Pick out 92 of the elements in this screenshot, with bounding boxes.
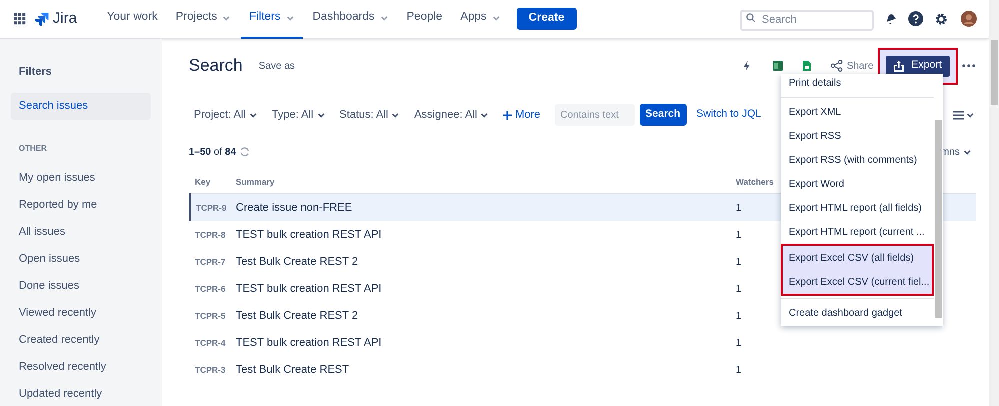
watcher-count: 1 [736, 338, 742, 349]
chevron-down-icon [391, 110, 400, 120]
sidebar-item[interactable]: Resolved recently [11, 354, 151, 380]
scrollbar[interactable] [935, 120, 942, 318]
filter-dropdown[interactable]: Assignee: All [414, 106, 490, 124]
page-title: Search [189, 55, 243, 78]
issue-key[interactable]: TCPR-5 [195, 311, 226, 321]
refresh-icon[interactable] [240, 147, 250, 157]
sidebar-item[interactable]: Reported by me [11, 192, 151, 218]
filter-dropdown[interactable]: Status: All [340, 106, 400, 124]
issue-summary[interactable]: TEST bulk creation REST API [236, 229, 382, 241]
sidebar-item[interactable]: Created recently [11, 326, 151, 354]
sidebar-item[interactable]: Updated recently [11, 380, 151, 406]
search-field[interactable]: Search [740, 10, 874, 30]
nav-tab[interactable]: Projects [168, 0, 240, 38]
menu-item[interactable]: Export Excel CSV (current fiel... [783, 270, 932, 294]
watcher-count: 1 [736, 230, 742, 241]
share-button[interactable]: Share [846, 58, 874, 74]
menu-item[interactable]: Export RSS (with comments) [781, 148, 934, 172]
nav-tab[interactable]: Apps [452, 0, 509, 38]
issue-key[interactable]: TCPR-9 [196, 203, 227, 214]
switch-to-jql-link[interactable]: Switch to JQL [696, 107, 762, 123]
sidebar-item[interactable]: Search issues [11, 92, 151, 120]
issue-summary[interactable]: Test Bulk Create REST 2 [236, 256, 358, 268]
menu-item[interactable]: Export Excel CSV (all fields) [783, 246, 932, 270]
more-filters-button[interactable]: More [503, 106, 541, 124]
nav-tab[interactable]: Your work [99, 0, 166, 38]
sidebar-item[interactable]: My open issues [11, 164, 151, 192]
menu-item[interactable]: Export XML [781, 100, 934, 124]
menu-item[interactable]: Export RSS [781, 124, 934, 148]
plus-icon [503, 110, 512, 120]
bell-icon[interactable] [884, 12, 898, 26]
watcher-count: 1 [736, 203, 742, 214]
issue-summary[interactable]: TEST bulk creation REST API [236, 337, 382, 349]
avatar-icon[interactable] [961, 11, 977, 27]
logo-icon[interactable] [35, 12, 49, 26]
sidebar-item[interactable]: Open issues [11, 246, 151, 272]
watcher-count: 1 [736, 311, 742, 322]
list-view-icon[interactable] [953, 110, 964, 120]
column-header[interactable]: Key [195, 177, 211, 187]
menu-item[interactable]: Export Word [781, 172, 934, 196]
issue-summary[interactable]: Create issue non-FREE [236, 202, 352, 214]
issue-key[interactable]: TCPR-3 [195, 365, 226, 375]
app-grid-icon[interactable] [14, 13, 26, 25]
nav-tab[interactable]: Filters [241, 0, 303, 38]
sidebar-title: Filters [18, 65, 54, 80]
settings-icon[interactable] [934, 12, 949, 26]
sidebar-item[interactable]: Viewed recently [11, 300, 151, 326]
save-as-button[interactable]: Save as [258, 58, 296, 74]
issue-key[interactable]: TCPR-8 [195, 230, 226, 240]
issue-summary[interactable]: Test Bulk Create REST 2 [236, 310, 358, 322]
chevron-down-icon [248, 110, 258, 120]
issue-summary[interactable]: Test Bulk Create REST [236, 364, 350, 376]
sidebar-item[interactable]: All issues [11, 218, 151, 246]
issue-key[interactable]: TCPR-6 [195, 284, 226, 294]
nav-tab[interactable]: Dashboards [304, 0, 397, 38]
issue-key[interactable]: TCPR-4 [195, 338, 226, 348]
menu-item[interactable]: Print details [781, 74, 934, 95]
column-header[interactable]: Summary [236, 177, 275, 187]
upload-icon [894, 60, 904, 72]
chevron-down-icon [966, 110, 975, 120]
text-filter-field[interactable]: Contains text [554, 104, 635, 126]
nav-tab[interactable]: People [398, 0, 451, 38]
search-button[interactable]: Search [640, 104, 687, 126]
create-button[interactable]: Create [516, 8, 577, 30]
result-count: 1–50 of 84 [189, 146, 236, 160]
sidebar-item[interactable]: Done issues [11, 272, 151, 300]
watcher-count: 1 [736, 365, 742, 376]
menu-item[interactable]: Export HTML report (all fields) [781, 196, 934, 220]
filter-dropdown[interactable]: Project: All [194, 106, 258, 124]
export-button[interactable]: Export [886, 56, 950, 76]
chevron-down-icon [480, 110, 490, 120]
document-icon[interactable] [802, 61, 811, 71]
watcher-count: 1 [736, 284, 742, 295]
issue-summary[interactable]: TEST bulk creation REST API [236, 283, 382, 295]
more-icon[interactable] [962, 64, 976, 68]
lightning-icon[interactable] [742, 61, 751, 71]
menu-item[interactable]: Export HTML report (current ... [781, 220, 934, 244]
issue-key[interactable]: TCPR-7 [195, 257, 226, 267]
share-icon[interactable] [830, 60, 843, 72]
help-icon[interactable] [908, 11, 924, 27]
filter-dropdown[interactable]: Type: All [272, 106, 326, 124]
sidebar-section-heading: OTHER [18, 142, 48, 154]
chevron-down-icon [316, 110, 326, 120]
menu-item[interactable]: Create dashboard gadget [781, 301, 934, 325]
search-icon [746, 13, 756, 23]
spreadsheet-icon[interactable] [772, 61, 783, 71]
scrollbar[interactable] [989, 0, 999, 406]
chevron-down-icon [963, 148, 972, 156]
column-header[interactable]: Watchers [736, 177, 774, 187]
watcher-count: 1 [736, 257, 742, 268]
product-name[interactable]: Jira [53, 8, 78, 30]
